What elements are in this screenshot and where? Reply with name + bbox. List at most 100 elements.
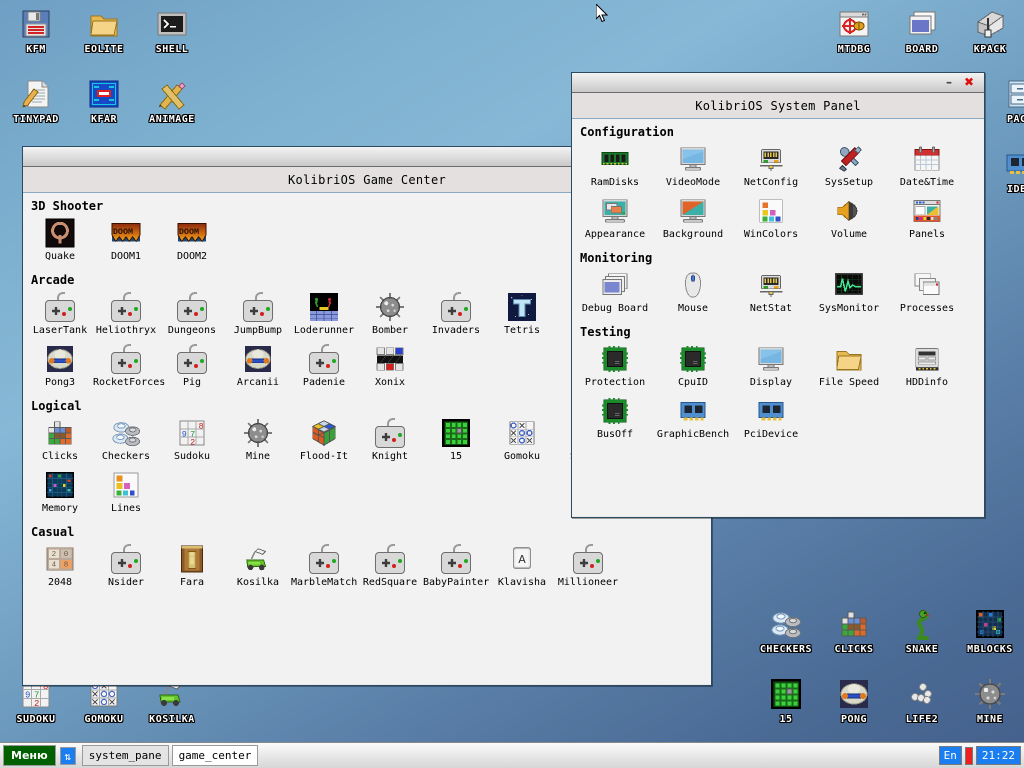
icon-label: Loderunner [291, 325, 357, 336]
sys-item-ramdisks[interactable]: RamDisks [576, 141, 654, 193]
sys-item-videomode[interactable]: VideoMode [654, 141, 732, 193]
sys-item-file-speed[interactable]: File Speed [810, 341, 888, 393]
game-item-quake[interactable]: Quake [27, 215, 93, 267]
game-item-lasertank[interactable]: LaserTank [27, 289, 93, 341]
desktop-icon-tinypad[interactable]: TINYPAD [2, 78, 70, 125]
sys-item-mouse[interactable]: Mouse [654, 267, 732, 319]
sys-item-protection[interactable]: Protection [576, 341, 654, 393]
icon-label: LaserTank [27, 325, 93, 336]
game-item-knight[interactable]: Knight [357, 415, 423, 467]
language-indicator[interactable]: En [939, 746, 962, 765]
desktop-icon-checkers[interactable]: CHECKERS [752, 608, 820, 655]
desktop-icon-kfar[interactable]: KFAR [70, 78, 138, 125]
game-item-fara[interactable]: Fara [159, 541, 225, 593]
game-item-arcanii[interactable]: Arcanii [225, 341, 291, 393]
game-item-lines[interactable]: Lines [93, 467, 159, 519]
desktop-icon-clicks[interactable]: CLICKS [820, 608, 888, 655]
sys-item-processes[interactable]: Processes [888, 267, 966, 319]
desktop-icon-eolite[interactable]: EOLITE [70, 8, 138, 55]
game-item-tetris[interactable]: Tetris [489, 289, 555, 341]
game-item-babypainter[interactable]: BabyPainter [423, 541, 489, 593]
sys-item-netconfig[interactable]: NetConfig [732, 141, 810, 193]
game-item-millioneer[interactable]: Millioneer [555, 541, 621, 593]
taskbar-task-game_center[interactable]: game_center [172, 745, 259, 766]
svg-text:2: 2 [34, 699, 39, 709]
clock[interactable]: 21:22 [976, 746, 1021, 765]
sys-item-graphicbench[interactable]: GraphicBench [654, 393, 732, 445]
sys-item-syssetup[interactable]: SysSetup [810, 141, 888, 193]
sys-item-appearance[interactable]: Appearance [576, 193, 654, 245]
game-item-klavisha[interactable]: AKlavisha [489, 541, 555, 593]
desktop-icon-board[interactable]: BOARD [888, 8, 956, 55]
desktop-icon-life2[interactable]: LIFE2 [888, 678, 956, 725]
game-item-marblematch[interactable]: MarbleMatch [291, 541, 357, 593]
game-item-xonix[interactable]: Xonix [357, 341, 423, 393]
game-item-heliothryx[interactable]: Heliothryx [93, 289, 159, 341]
game-item-pong3[interactable]: Pong3 [27, 341, 93, 393]
tray-indicator[interactable] [965, 747, 973, 765]
game-item-pig[interactable]: Pig [159, 341, 225, 393]
game-item-flood-it[interactable]: Flood-It [291, 415, 357, 467]
task-scroll-button[interactable]: ⇅ [60, 747, 76, 765]
game-item-checkers[interactable]: Checkers [93, 415, 159, 467]
mine-bomb-icon [243, 418, 273, 448]
minimize-button[interactable]: – [942, 76, 956, 90]
desktop-icon-animage[interactable]: ANIMAGE [138, 78, 206, 125]
desktop-icon-pack[interactable]: PACK [986, 78, 1024, 125]
start-menu-button[interactable]: Меню [3, 745, 56, 766]
desktop-icon-kfm[interactable]: KFM [2, 8, 70, 55]
svg-text:DOOM: DOOM [113, 227, 133, 237]
game-item-dungeons[interactable]: Dungeons [159, 289, 225, 341]
sys-item-volume[interactable]: Volume [810, 193, 888, 245]
desktop-icon-15[interactable]: 15 [752, 678, 820, 725]
game-item-15[interactable]: 15 [423, 415, 489, 467]
game-item-loderunner[interactable]: Loderunner [291, 289, 357, 341]
game-item-doom2[interactable]: DOOMDOOM2 [159, 215, 225, 267]
system-panel-titlebar[interactable]: – ✖ [572, 73, 984, 93]
game-item-gomoku[interactable]: Gomoku [489, 415, 555, 467]
desktop-icon-idev[interactable]: IDEV [986, 148, 1024, 195]
game-item-padenie[interactable]: Padenie [291, 341, 357, 393]
taskbar[interactable]: Меню ⇅ system_panegame_center En 21:22 [0, 742, 1024, 768]
game-item-doom1[interactable]: DOOM DOOM1 [93, 215, 159, 267]
sys-item-cpuid[interactable]: CpuID [654, 341, 732, 393]
close-button[interactable]: ✖ [962, 76, 976, 90]
desktop-icon-shell[interactable]: SHELL [138, 8, 206, 55]
game-item-nsider[interactable]: Nsider [93, 541, 159, 593]
sys-item-netstat[interactable]: NetStat [732, 267, 810, 319]
sys-item-panels[interactable]: Panels [888, 193, 966, 245]
desktop-icon-mtdbg[interactable]: MTDBG [820, 8, 888, 55]
game-item-sudoku[interactable]: 8972Sudoku [159, 415, 225, 467]
desktop-icon-pong[interactable]: PONG [820, 678, 888, 725]
system-panel-window[interactable]: – ✖ KolibriOS System Panel Configuration… [571, 72, 985, 518]
game-item-jumpbump[interactable]: JumpBump [225, 289, 291, 341]
sys-item-hddinfo[interactable]: HDDinfo [888, 341, 966, 393]
sys-item-pcidevice[interactable]: PciDevice [732, 393, 810, 445]
icon-label: DOOM1 [93, 251, 159, 262]
sys-item-sysmonitor[interactable]: SysMonitor [810, 267, 888, 319]
icon-label: RedSquare [357, 577, 423, 588]
game-item-mine[interactable]: Mine [225, 415, 291, 467]
game-item-invaders[interactable]: Invaders [423, 289, 489, 341]
game-item-rocketforces[interactable]: RocketForces [93, 341, 159, 393]
game-item-kosilka[interactable]: Kosilka [225, 541, 291, 593]
icon-label: HDDinfo [888, 377, 966, 388]
desktop-icon-mine[interactable]: MINE [956, 678, 1024, 725]
game-item-redsquare[interactable]: RedSquare [357, 541, 423, 593]
desktop-icon-kpack[interactable]: KPACK [956, 8, 1024, 55]
sys-item-display[interactable]: Display [732, 341, 810, 393]
desktop-icon-snake[interactable]: SNAKE [888, 608, 956, 655]
section-grid: Debug BoardMouseNetStatSysMonitorProcess… [572, 267, 984, 319]
monitor-icon [756, 344, 786, 374]
game-item-bomber[interactable]: Bomber [357, 289, 423, 341]
game-item-memory[interactable]: Memory [27, 467, 93, 519]
taskbar-task-system_pane[interactable]: system_pane [82, 745, 169, 766]
sys-item-wincolors[interactable]: WinColors [732, 193, 810, 245]
game-item-clicks[interactable]: Clicks [27, 415, 93, 467]
desktop-icon-mblocks[interactable]: MBLOCKS [956, 608, 1024, 655]
sys-item-debug-board[interactable]: Debug Board [576, 267, 654, 319]
game-item-2048[interactable]: 20482048 [27, 541, 93, 593]
sys-item-date-time[interactable]: Date&Time [888, 141, 966, 193]
sys-item-busoff[interactable]: BusOff [576, 393, 654, 445]
sys-item-background[interactable]: Background [654, 193, 732, 245]
